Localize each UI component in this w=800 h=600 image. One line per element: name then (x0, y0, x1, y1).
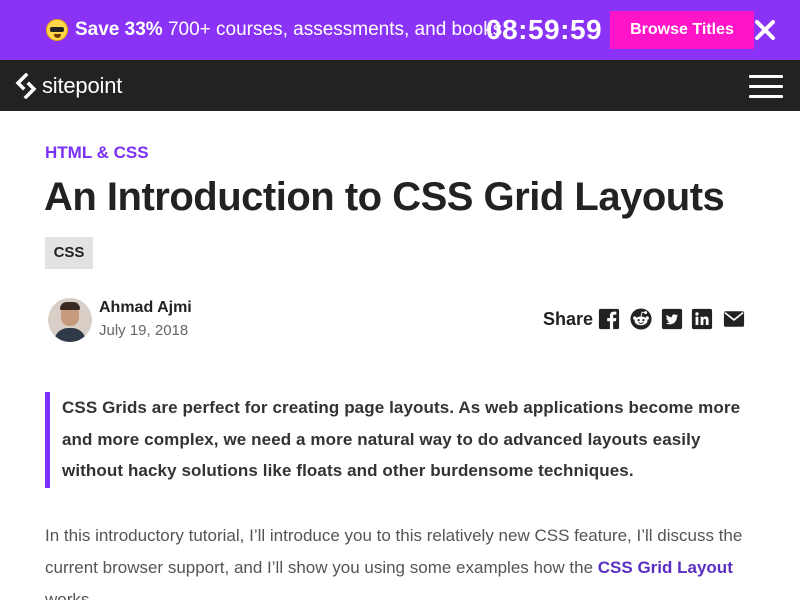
article-tag[interactable]: CSS (45, 237, 93, 269)
logo-text: sitepoint (42, 73, 123, 98)
sitepoint-logo[interactable]: sitepoint (15, 72, 122, 100)
publish-date: July 19, 2018 (99, 322, 189, 339)
promo-text: Save 33% 700+ courses, assessments, and … (75, 18, 502, 42)
article-body-paragraph: In this introductory tutorial, I’ll intr… (45, 520, 765, 600)
countdown-timer: 08:59:59 (486, 14, 603, 45)
author-name[interactable]: Ahmad Ajmi (99, 299, 192, 317)
browse-titles-button[interactable]: Browse Titles (610, 11, 754, 49)
promo-banner: Save 33% 700+ courses, assessments, and … (0, 0, 800, 60)
article-lede: CSS Grids are perfect for creating page … (45, 392, 761, 488)
promo-save-label: Save 33% (75, 19, 163, 40)
author-avatar[interactable] (48, 298, 92, 342)
linkedin-icon[interactable] (691, 308, 713, 330)
promo-description: 700+ courses, assessments, and books (167, 19, 503, 40)
sitepoint-logo-icon (15, 73, 37, 99)
body-text-end: works. (45, 590, 95, 600)
css-grid-layout-link[interactable]: CSS Grid Layout (598, 558, 733, 577)
twitter-icon[interactable] (661, 308, 683, 330)
facebook-icon[interactable] (598, 308, 620, 330)
article-title: An Introduction to CSS Grid Layouts (44, 175, 725, 219)
hamburger-menu-icon[interactable] (749, 74, 785, 98)
share-label: Share (543, 309, 594, 329)
reddit-icon[interactable] (630, 308, 652, 330)
article-category-link[interactable]: HTML & CSS (45, 143, 149, 163)
site-header: sitepoint (0, 60, 800, 111)
lede-text: CSS Grids are perfect for creating page … (62, 398, 741, 480)
email-icon[interactable] (722, 308, 746, 330)
star-struck-emoji-icon (46, 19, 68, 41)
close-icon[interactable] (753, 18, 777, 42)
